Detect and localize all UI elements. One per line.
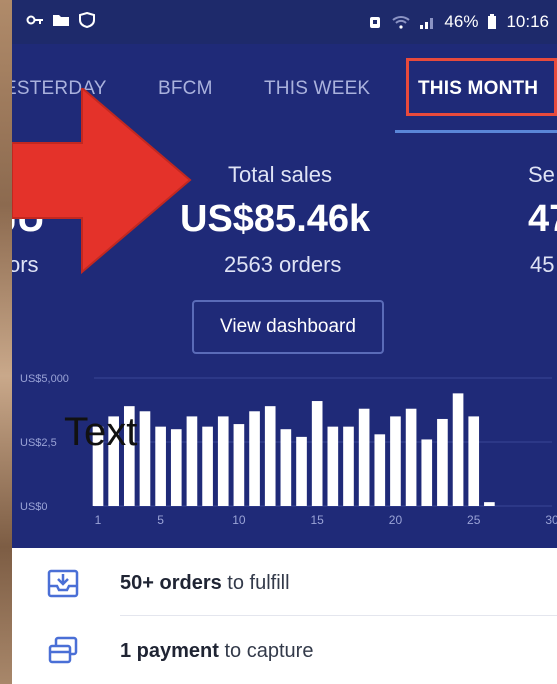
chart-bar [155,426,166,506]
x-tick-label: 20 [389,513,403,527]
daily-sales-bar-chart: US$0US$2,5US$5,0001 5 10 15 20 25 30 [20,373,557,527]
chart-bar [484,502,495,506]
tab-this-week[interactable]: THIS WEEK [264,78,370,100]
y-tick-label: US$2,5 [20,437,57,449]
task-row-fulfill[interactable]: 50+ orders to fulfill [12,548,557,616]
background-photo-edge [0,0,12,684]
shield-icon [79,12,95,28]
x-tick-label: 15 [310,513,324,527]
chart-bar [358,408,370,506]
chart-bar [280,429,292,506]
chart-bar [202,426,213,506]
orders-count: 2563 orders [224,252,342,277]
task-capture-rest: to capture [218,640,314,662]
battery-icon [488,14,497,29]
chart-bar [390,416,401,506]
chart-bar [170,429,182,506]
x-tick-label: 10 [232,513,246,527]
tab-highlight-box [406,58,557,116]
cards-icon [48,636,78,664]
chart-bar [264,406,276,506]
task-capture-text: 1 payment to capture [120,640,313,663]
chart-bar [343,426,354,506]
alarm-icon [370,17,381,28]
task-fulfill-rest: to fulfill [221,572,290,594]
x-tick-label: 25 [467,513,481,527]
key-icon [26,15,43,25]
task-capture-bold: 1 payment [120,640,219,662]
chart-bar [311,401,323,506]
chart-bar [405,408,417,506]
folder-icon [53,15,69,26]
overlay-text-label: Text [64,410,138,454]
red-arrow-annotation [12,88,192,275]
status-left-icons [26,12,96,28]
status-right: 46% 10:16 [366,12,549,32]
task-row-capture[interactable]: 1 payment to capture [12,616,557,684]
chart-bar [233,424,245,506]
download-box-icon [47,569,79,598]
chart-bar [186,416,198,506]
clock-time: 10:16 [506,12,549,31]
task-fulfill-bold: 50+ orders [120,572,222,594]
y-tick-label: US$5,000 [20,373,69,385]
chart-bar [327,426,339,506]
x-tick-label: 5 [157,513,164,527]
view-dashboard-button[interactable]: View dashboard [192,300,384,354]
right-metric-label: Se [528,162,555,187]
chart-bar [249,411,260,506]
chart-bar [437,418,448,506]
total-sales-label: Total sales [228,162,332,187]
wifi-icon [392,16,411,29]
chart-bar [217,416,229,506]
x-tick-label: 1 [95,513,102,527]
chart-bar [468,416,480,506]
task-list: 50+ orders to fulfill 1 payment to captu… [12,548,557,684]
y-tick-label: US$0 [20,501,48,513]
battery-percent: 46% [444,12,479,31]
chart-bar [452,393,464,506]
chart-bar [421,439,433,506]
task-fulfill-text: 50+ orders to fulfill [120,572,290,595]
active-tab-indicator [395,130,557,133]
right-metric-value: 47 [528,198,557,240]
right-metric-sub: 45 [530,252,555,277]
chart-bar [374,434,386,506]
status-bar: 46% 10:16 [12,0,557,44]
chart-bar [296,436,307,506]
x-tick-label: 30 [545,513,557,527]
chart-bar [139,411,151,506]
signal-icon [420,18,434,29]
